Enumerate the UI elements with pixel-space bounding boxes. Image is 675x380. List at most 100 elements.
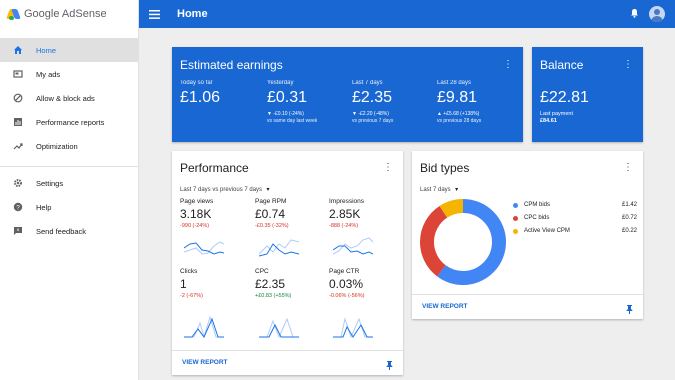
metric-value: £0.74: [255, 207, 286, 221]
metric-value: £2.35: [255, 277, 286, 291]
sidebar-item-label: Home: [36, 45, 57, 55]
earnings-value: £2.35: [352, 89, 393, 106]
legend-label: CPC bids: [524, 215, 550, 221]
page-views-sparkline: [184, 241, 224, 255]
view-report-link[interactable]: VIEW REPORT: [422, 303, 468, 310]
ads-icon: [0, 69, 36, 79]
estimated-earnings-card: Estimated earnings ⋮ Today so far £1.06 …: [172, 47, 523, 142]
sidebar-item-send-feedback[interactable]: Send feedback: [0, 219, 138, 243]
date-range-label: Last 7 days: [420, 187, 451, 193]
earnings-label: Yesterday: [267, 80, 294, 86]
date-range-dropdown[interactable]: Last 7 days vs previous 7 days ▾: [180, 178, 270, 196]
metric-change: -990 (-24%): [180, 223, 210, 229]
chevron-down-icon: ▾: [266, 187, 270, 193]
menu-icon[interactable]: [139, 9, 169, 19]
metric-change: -0.06% (-56%): [329, 293, 365, 299]
legend-item[interactable]: CPM bids £1.42: [513, 202, 637, 208]
sidebar-item-allow-block-ads[interactable]: Allow & block ads: [0, 86, 138, 110]
chevron-down-icon: ▾: [455, 187, 459, 193]
notifications-icon[interactable]: [630, 5, 639, 23]
metric-value: 1: [180, 277, 187, 291]
impressions-sparkline: [333, 237, 373, 255]
earnings-yesterday: Yesterday £0.31 ▼ -£0.10 (-24%) vs same …: [267, 80, 317, 124]
cpc-sparkline: [259, 317, 299, 339]
metric-impressions[interactable]: Impressions 2.85K -888 (-24%): [329, 198, 364, 229]
sidebar-item-label: My ads: [36, 69, 61, 79]
more-vert-icon[interactable]: ⋮: [383, 163, 393, 173]
account-avatar[interactable]: [649, 6, 665, 22]
legend-value: £1.42: [621, 202, 637, 208]
earnings-label: Last 28 days: [437, 80, 472, 86]
metric-page-rpm[interactable]: Page RPM £0.74 -£0.35 (-32%): [255, 198, 289, 229]
metric-label: CPC: [255, 268, 269, 275]
more-vert-icon[interactable]: ⋮: [623, 60, 633, 70]
home-icon: [0, 45, 36, 55]
page-ctr-sparkline: [333, 317, 373, 339]
earnings-today: Today so far £1.06: [180, 80, 220, 107]
sidebar-item-home[interactable]: Home: [0, 38, 138, 62]
legend-value: £0.72: [621, 215, 637, 221]
sidebar-item-help[interactable]: ? Help: [0, 195, 138, 219]
legend-item[interactable]: CPC bids £0.72: [513, 215, 637, 221]
metric-label: Clicks: [180, 268, 198, 275]
legend-item[interactable]: Active View CPM £0.22: [513, 228, 637, 234]
block-icon: [0, 93, 36, 103]
earnings-last-28-days: Last 28 days £9.81 ▲ +£5.68 (+138%) vs p…: [437, 80, 481, 124]
pin-icon[interactable]: [626, 301, 633, 319]
earnings-compare: vs previous 7 days: [352, 118, 394, 124]
last-payment-value: £84.61: [540, 118, 557, 124]
view-report-link[interactable]: VIEW REPORT: [182, 359, 228, 366]
sidebar-item-label: Allow & block ads: [36, 93, 95, 103]
page-title: Home: [177, 8, 208, 20]
earnings-delta: ▲ +£5.68 (+138%): [437, 111, 480, 117]
gear-icon: [0, 178, 36, 188]
earnings-compare: vs previous 28 days: [437, 118, 482, 124]
metric-value: 3.18K: [180, 207, 212, 221]
legend-swatch: [513, 202, 518, 208]
bar-chart-icon: [0, 117, 36, 127]
help-icon: ?: [0, 202, 36, 212]
metric-page-ctr[interactable]: Page CTR 0.03% -0.06% (-56%): [329, 268, 364, 299]
more-vert-icon[interactable]: ⋮: [503, 60, 513, 70]
brand[interactable]: Google AdSense: [0, 0, 138, 28]
earnings-delta: ▼ -£2.20 (-48%): [352, 111, 389, 117]
earnings-delta: ▼ -£0.10 (-24%): [267, 111, 304, 117]
sidebar-item-label: Help: [36, 202, 52, 212]
card-footer-divider: [412, 294, 643, 295]
metric-page-views[interactable]: Page views 3.18K -990 (-24%): [180, 198, 213, 229]
sidebar-item-performance-reports[interactable]: Performance reports: [0, 110, 138, 134]
last-payment-label: Last payment: [540, 111, 574, 117]
trending-up-icon: [0, 141, 36, 151]
earnings-value: £1.06: [180, 89, 221, 106]
top-app-bar: Home: [139, 0, 675, 28]
metric-clicks[interactable]: Clicks 1 -2 (-67%): [180, 268, 203, 299]
svg-text:?: ?: [16, 204, 20, 211]
sidebar-item-settings[interactable]: Settings: [0, 171, 138, 195]
card-title: Estimated earnings: [180, 58, 283, 72]
metric-cpc[interactable]: CPC £2.35 +£0.83 (+55%): [255, 268, 291, 299]
sidebar-item-label: Performance reports: [36, 117, 105, 127]
pin-icon[interactable]: [386, 357, 393, 375]
date-range-label: Last 7 days vs previous 7 days: [180, 187, 263, 193]
more-vert-icon[interactable]: ⋮: [623, 163, 633, 173]
earnings-compare: vs same day last week: [267, 118, 318, 124]
clicks-sparkline: [184, 315, 224, 339]
balance-card: Balance ⋮ £22.81 Last payment £84.61: [532, 47, 643, 142]
date-range-dropdown[interactable]: Last 7 days ▾: [420, 178, 458, 196]
legend-label: CPM bids: [524, 202, 551, 208]
metric-value: 0.03%: [329, 277, 364, 291]
sidebar-item-my-ads[interactable]: My ads: [0, 62, 138, 86]
metric-label: Page CTR: [329, 268, 360, 275]
card-title: Balance: [540, 58, 584, 72]
bid-types-card: Bid types ⋮ Last 7 days ▾ CPM bids £1.42 C…: [412, 151, 643, 319]
balance-value: £22.81: [540, 89, 589, 106]
legend-value: £0.22: [621, 228, 637, 234]
bid-types-donut-chart: [420, 199, 506, 285]
sidebar-item-optimization[interactable]: Optimization: [0, 134, 138, 158]
feedback-icon: [0, 226, 36, 236]
card-title: Bid types: [420, 161, 470, 175]
sidebar-item-label: Settings: [36, 178, 64, 188]
adsense-logo-icon: [6, 8, 21, 20]
metric-label: Page views: [180, 198, 214, 205]
sidebar: Google AdSense Home My ads Allow & block…: [0, 0, 139, 380]
